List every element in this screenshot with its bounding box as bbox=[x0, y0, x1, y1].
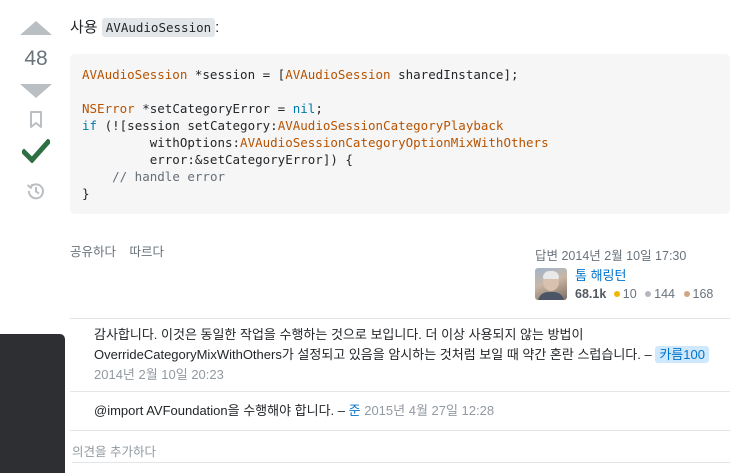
code-line: if (![session setCategory:AVAudioSession… bbox=[82, 118, 504, 133]
bookmark-button[interactable] bbox=[26, 111, 46, 133]
divider bbox=[72, 462, 730, 463]
bronze-badge-icon bbox=[683, 290, 690, 297]
comment-text: @import AVFoundation을 수행해야 합니다. – bbox=[94, 403, 345, 418]
timeline-button[interactable] bbox=[24, 179, 48, 203]
comment-user[interactable]: 카름100 bbox=[655, 346, 709, 363]
comment-date[interactable]: 2015년 4월 27일 12:28 bbox=[364, 403, 494, 418]
comment-text: 감사합니다. 이것은 동일한 작업을 수행하는 것으로 보입니다. 더 이상 사… bbox=[94, 327, 652, 362]
upvote-button[interactable] bbox=[16, 18, 56, 38]
downvote-button[interactable] bbox=[16, 81, 56, 101]
accepted-answer-indicator bbox=[20, 135, 52, 167]
intro-prefix: 사용 bbox=[70, 19, 98, 36]
share-link[interactable]: 공유하다 bbox=[70, 245, 116, 259]
code-line: withOptions:AVAudioSessionCategoryOption… bbox=[82, 135, 549, 150]
vote-count: 48 bbox=[24, 47, 48, 70]
triangle-down-icon bbox=[20, 84, 52, 98]
bookmark-icon bbox=[30, 111, 42, 128]
reputation-score: 68.1k bbox=[575, 287, 607, 301]
intro-suffix: : bbox=[215, 19, 220, 36]
code-line: error:&setCategoryError]) { bbox=[82, 152, 353, 167]
history-icon bbox=[26, 183, 44, 200]
triangle-up-icon bbox=[20, 21, 52, 35]
post-menu: 공유하다 따르다 bbox=[70, 241, 174, 260]
code-line: AVAudioSession *session = [AVAudioSessio… bbox=[82, 67, 519, 82]
silver-badges: 144 bbox=[645, 286, 675, 302]
inline-code: AVAudioSession bbox=[101, 18, 216, 37]
avatar[interactable] bbox=[535, 268, 567, 300]
gold-badge-icon bbox=[613, 290, 620, 297]
user-stats: 68.1k 10 144 168 bbox=[575, 286, 718, 302]
code-line: } bbox=[82, 186, 90, 201]
user-card: 답변 2014년 2월 10일 17:30 톰 해링턴 68.1k 10 144… bbox=[535, 245, 730, 302]
vote-column: 48 bbox=[0, 18, 72, 203]
answer-body: 사용 AVAudioSession: AVAudioSession *sessi… bbox=[70, 18, 730, 214]
code-block: AVAudioSession *session = [AVAudioSessio… bbox=[70, 54, 730, 214]
comment-date[interactable]: 2014년 2월 10일 20:23 bbox=[94, 367, 224, 382]
dark-overlay-panel bbox=[0, 334, 65, 473]
code-line: NSError *setCategoryError = nil; bbox=[82, 101, 323, 116]
bronze-badges: 168 bbox=[683, 286, 713, 302]
gold-badges: 10 bbox=[613, 286, 637, 302]
add-comment-link[interactable]: 의견을 추가하다 bbox=[70, 430, 730, 460]
user-name[interactable]: 톰 해링턴 bbox=[575, 268, 718, 284]
answer-intro: 사용 AVAudioSession: bbox=[70, 18, 730, 38]
checkmark-icon bbox=[22, 139, 50, 163]
comments-section: 감사합니다. 이것은 동일한 작업을 수행하는 것으로 보입니다. 더 이상 사… bbox=[70, 318, 730, 460]
silver-badge-icon bbox=[645, 290, 652, 297]
comment-item: 감사합니다. 이것은 동일한 작업을 수행하는 것으로 보입니다. 더 이상 사… bbox=[70, 318, 730, 391]
answered-time: 답변 2014년 2월 10일 17:30 bbox=[535, 249, 687, 263]
follow-link[interactable]: 따르다 bbox=[130, 245, 165, 259]
comment-item: @import AVFoundation을 수행해야 합니다. – 준 2015… bbox=[70, 391, 730, 430]
code-line: // handle error bbox=[112, 169, 225, 184]
comment-user[interactable]: 준 bbox=[349, 403, 361, 418]
